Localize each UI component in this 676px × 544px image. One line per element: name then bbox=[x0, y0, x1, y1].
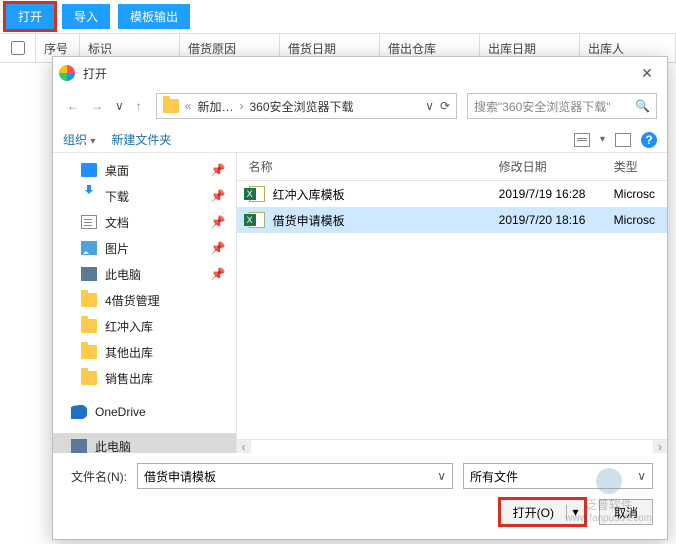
filename-input[interactable]: 借货申请模板 ∨ bbox=[137, 463, 453, 489]
file-row[interactable]: 红冲入库模板 2019/7/19 16:28 Microsc bbox=[237, 181, 667, 207]
select-all-cell[interactable] bbox=[0, 34, 36, 62]
sidebar-item-thispc-selected[interactable]: 此电脑 bbox=[53, 433, 236, 453]
scroll-left-icon[interactable]: ‹ bbox=[237, 440, 251, 453]
sidebar-item-folder[interactable]: 其他出库 bbox=[53, 339, 236, 365]
address-bar[interactable]: « 新加… › 360安全浏览器下载 ∨ ⟳ bbox=[156, 93, 457, 119]
template-export-button[interactable]: 模板输出 bbox=[118, 4, 190, 29]
address-dropdown-icon[interactable]: ∨ bbox=[425, 99, 434, 113]
sidebar-item-folder[interactable]: 红冲入库 bbox=[53, 313, 236, 339]
pin-icon: 📌 bbox=[211, 215, 226, 229]
watermark: 泛普软件 www.fanpusoft.com bbox=[565, 468, 652, 524]
excel-icon bbox=[249, 212, 265, 228]
file-type: Microsc bbox=[602, 187, 667, 201]
sidebar: 桌面📌 下载📌 文档📌 图片📌 此电脑📌 4借货管理 红冲入库 其他出库 销售出… bbox=[53, 153, 237, 453]
folder-icon bbox=[81, 345, 97, 359]
horizontal-scrollbar[interactable]: ‹ › bbox=[237, 439, 667, 453]
search-icon[interactable]: 🔍 bbox=[635, 99, 650, 113]
file-date: 2019/7/19 16:28 bbox=[487, 187, 602, 201]
sidebar-item-folder[interactable]: 4借货管理 bbox=[53, 287, 236, 313]
search-placeholder: 搜索"360安全浏览器下载" bbox=[474, 98, 611, 115]
nav-up-icon[interactable]: ↑ bbox=[132, 97, 146, 115]
document-icon bbox=[81, 215, 97, 229]
folder-icon bbox=[81, 293, 97, 307]
new-folder-button[interactable]: 新建文件夹 bbox=[111, 131, 171, 148]
pc-icon bbox=[81, 267, 97, 281]
excel-icon bbox=[249, 186, 265, 202]
picture-icon bbox=[81, 241, 97, 255]
sidebar-item-pictures[interactable]: 图片📌 bbox=[53, 235, 236, 261]
import-button[interactable]: 导入 bbox=[62, 4, 110, 29]
open-button[interactable]: 打开 bbox=[6, 4, 54, 29]
dialog-title: 打开 bbox=[83, 65, 633, 82]
sidebar-item-onedrive[interactable]: OneDrive bbox=[53, 399, 236, 425]
organize-menu[interactable]: 组织 ▾ bbox=[63, 131, 95, 148]
desktop-icon bbox=[81, 163, 97, 177]
sidebar-item-downloads[interactable]: 下载📌 bbox=[53, 183, 236, 209]
sidebar-item-documents[interactable]: 文档📌 bbox=[53, 209, 236, 235]
pin-icon: 📌 bbox=[211, 241, 226, 255]
pin-icon: 📌 bbox=[211, 163, 226, 177]
scroll-right-icon[interactable]: › bbox=[653, 440, 667, 453]
close-icon[interactable]: ✕ bbox=[633, 65, 661, 82]
help-icon[interactable]: ? bbox=[641, 132, 657, 148]
file-date: 2019/7/20 18:16 bbox=[487, 213, 602, 227]
file-row-selected[interactable]: 借货申请模板 2019/7/20 18:16 Microsc bbox=[237, 207, 667, 233]
watermark-url: www.fanpusoft.com bbox=[565, 513, 652, 524]
file-name: 红冲入库模板 bbox=[273, 186, 345, 203]
download-icon bbox=[81, 189, 97, 203]
nav-forward-icon[interactable]: → bbox=[87, 97, 107, 115]
pin-icon: 📌 bbox=[211, 189, 226, 203]
app-icon bbox=[59, 65, 75, 81]
folder-icon bbox=[81, 319, 97, 333]
file-name: 借货申请模板 bbox=[273, 212, 345, 229]
watermark-logo bbox=[596, 468, 622, 494]
filename-value: 借货申请模板 bbox=[144, 468, 216, 485]
pc-icon bbox=[71, 439, 87, 453]
nav-recent-icon[interactable]: ∨ bbox=[111, 97, 128, 115]
filetype-value: 所有文件 bbox=[470, 468, 518, 485]
open-button-label: 打开(O) bbox=[501, 504, 566, 521]
breadcrumb-part1[interactable]: 新加… bbox=[197, 98, 233, 115]
select-all-checkbox[interactable] bbox=[11, 41, 25, 55]
cloud-icon bbox=[71, 405, 87, 419]
breadcrumb-sep2: › bbox=[240, 99, 244, 113]
folder-icon bbox=[163, 99, 179, 113]
search-input[interactable]: 搜索"360安全浏览器下载" 🔍 bbox=[467, 93, 657, 119]
view-mode-icon[interactable] bbox=[574, 133, 590, 147]
view-mode-dropdown[interactable]: ▾ bbox=[600, 134, 605, 145]
file-type: Microsc bbox=[602, 213, 667, 227]
folder-icon bbox=[81, 371, 97, 385]
refresh-icon[interactable]: ⟳ bbox=[440, 99, 450, 113]
col-header-type[interactable]: 类型 bbox=[602, 158, 667, 175]
pin-icon: 📌 bbox=[211, 267, 226, 281]
filename-label: 文件名(N): bbox=[67, 468, 127, 485]
watermark-text: 泛普软件 bbox=[585, 496, 633, 513]
breadcrumb-part2[interactable]: 360安全浏览器下载 bbox=[250, 98, 354, 115]
preview-pane-icon[interactable] bbox=[615, 133, 631, 147]
breadcrumb-sep: « bbox=[185, 99, 192, 113]
sidebar-item-thispc[interactable]: 此电脑📌 bbox=[53, 261, 236, 287]
sidebar-item-folder[interactable]: 销售出库 bbox=[53, 365, 236, 391]
sidebar-item-desktop[interactable]: 桌面📌 bbox=[53, 157, 236, 183]
nav-back-icon[interactable]: ← bbox=[63, 97, 83, 115]
col-header-date[interactable]: 修改日期 bbox=[487, 158, 602, 175]
col-header-name[interactable]: 名称 bbox=[237, 158, 487, 175]
filename-dropdown-icon[interactable]: ∨ bbox=[437, 469, 446, 483]
